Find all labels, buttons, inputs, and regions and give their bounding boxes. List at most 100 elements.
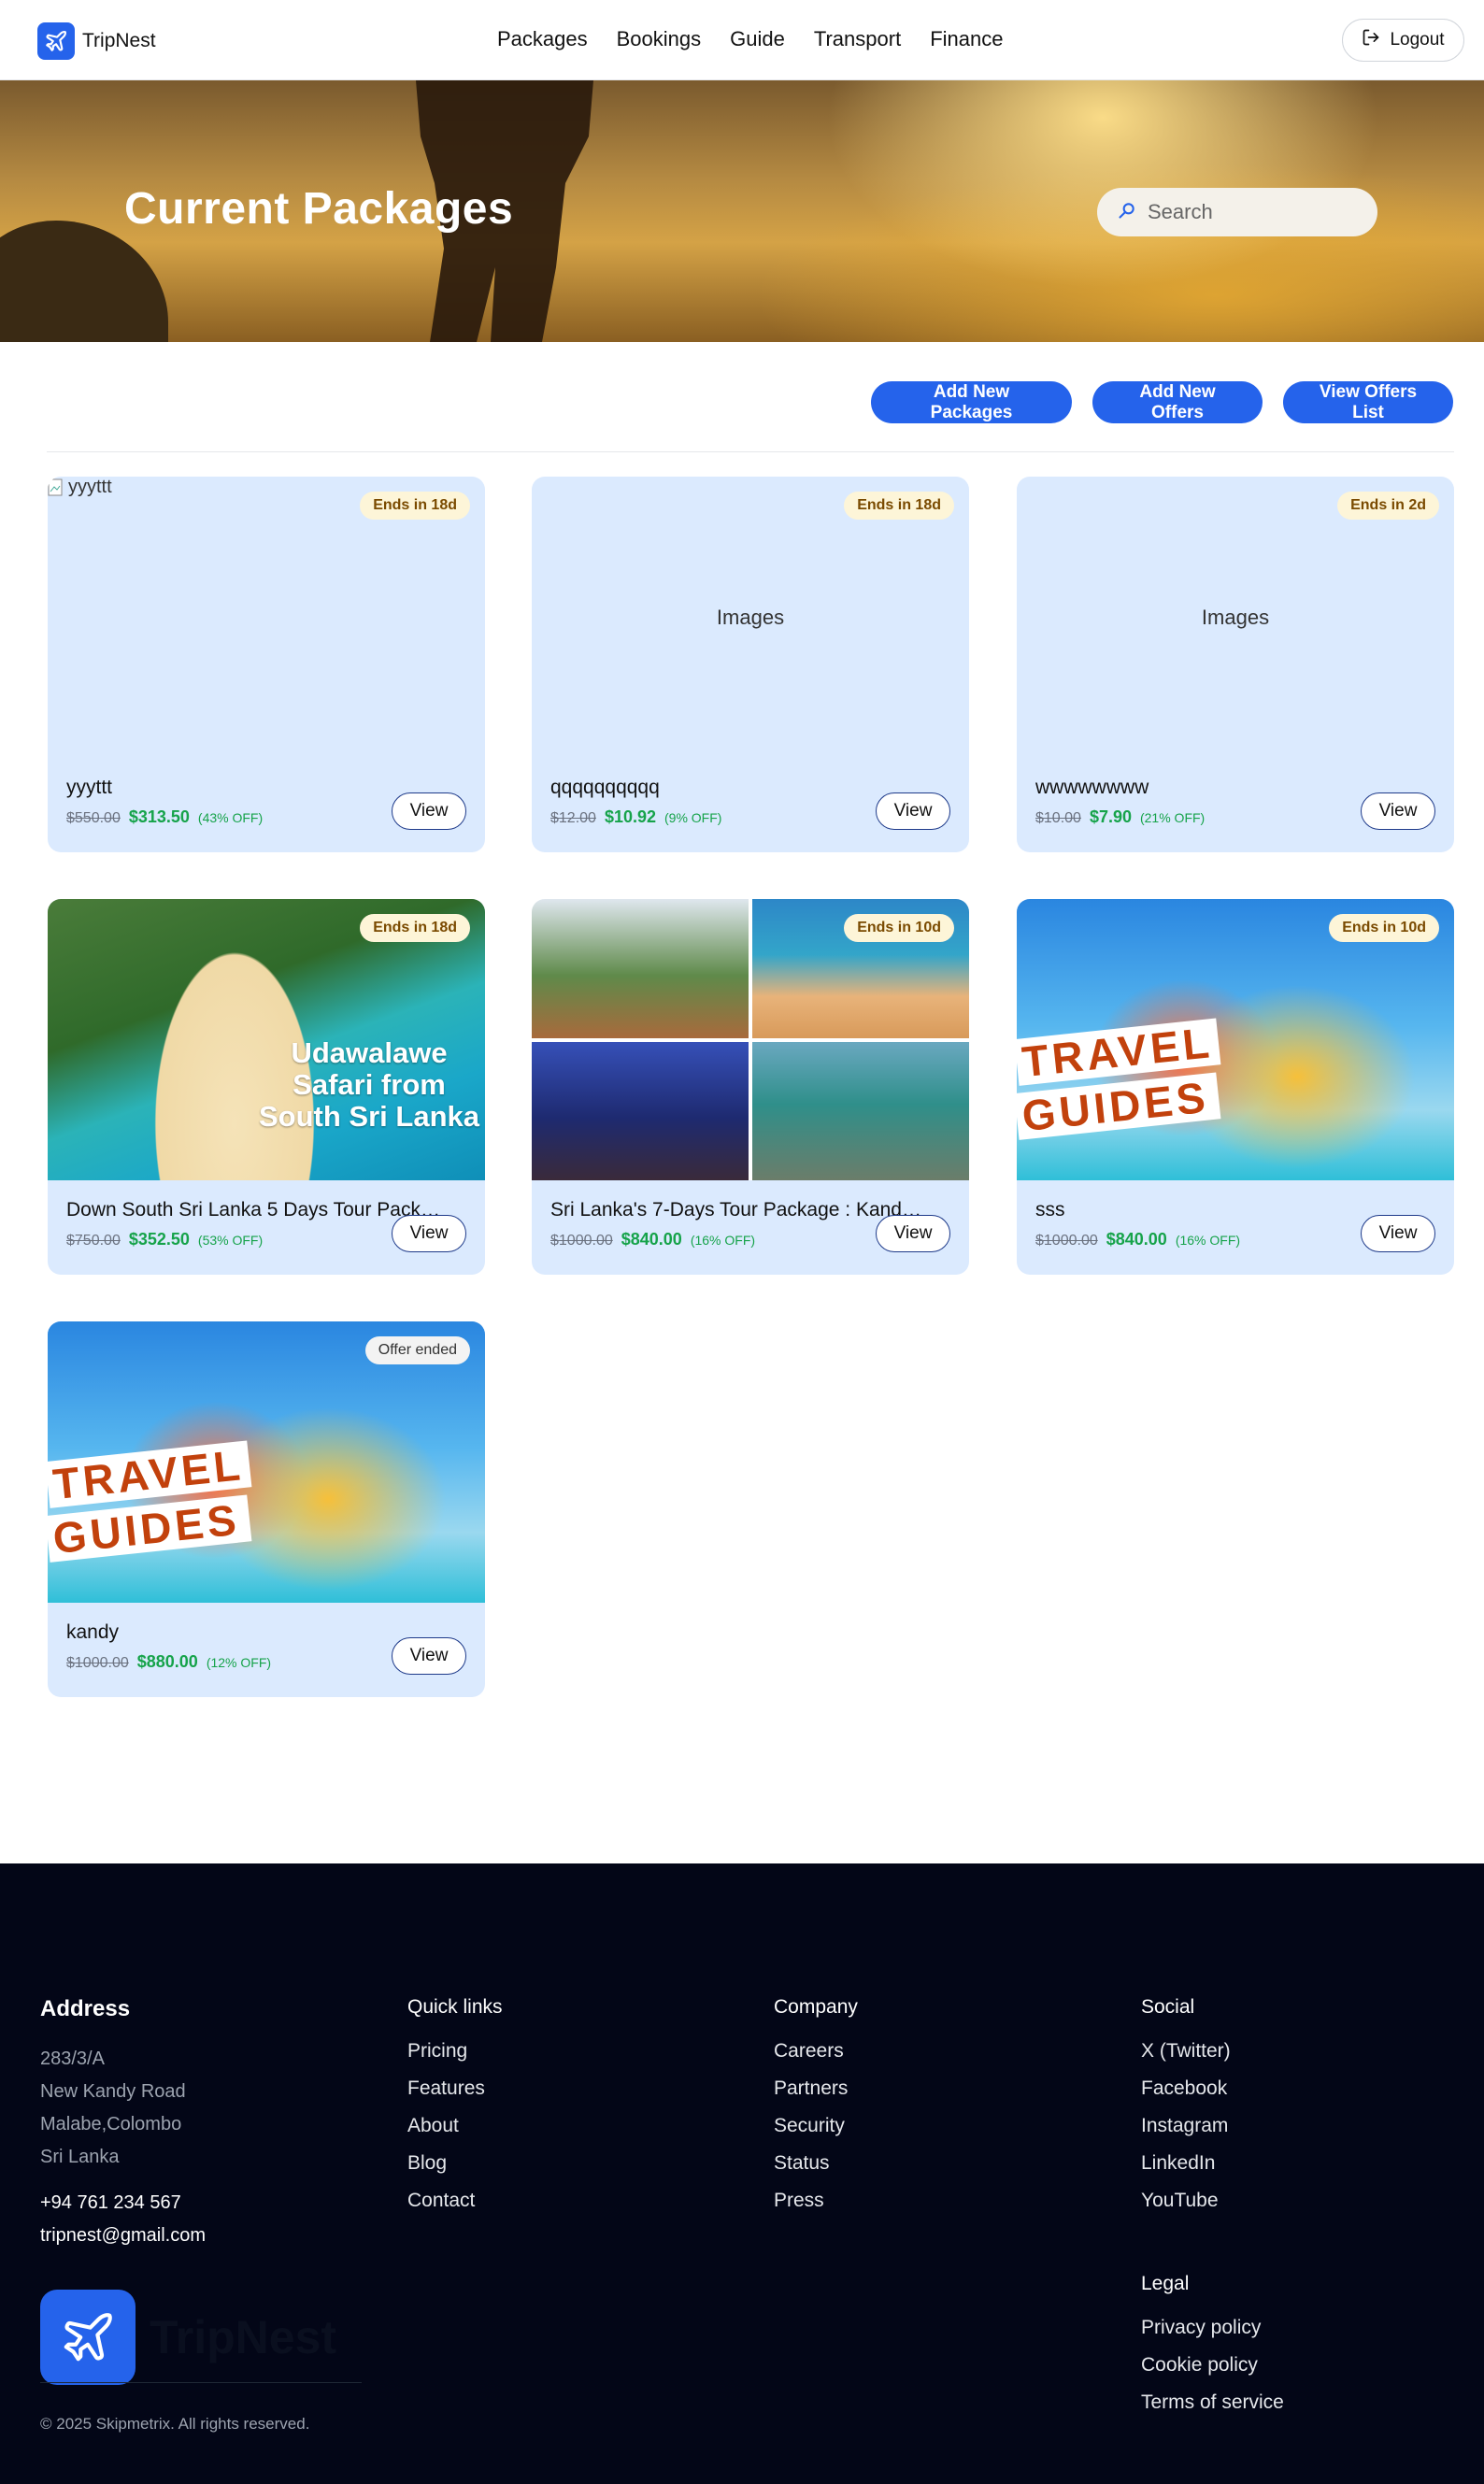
footer-link-about[interactable]: About bbox=[407, 2114, 503, 2137]
offer-ends-badge: Ends in 18d bbox=[844, 492, 954, 520]
price-row: $10.00 $7.90 (21% OFF) bbox=[1035, 807, 1205, 827]
section-divider bbox=[47, 451, 1454, 452]
package-card: yyyttt Ends in 18d yyyttt $550.00 $313.5… bbox=[48, 477, 485, 852]
airplane-icon bbox=[37, 22, 75, 60]
view-button[interactable]: View bbox=[876, 1215, 950, 1252]
company-heading: Company bbox=[774, 1996, 858, 2018]
package-card: Udawalawe Safari from South Sri Lanka En… bbox=[48, 899, 485, 1275]
view-button[interactable]: View bbox=[876, 792, 950, 830]
broken-image-icon: yyyttt bbox=[48, 477, 112, 498]
phone-number: +94 761 234 567 bbox=[40, 2192, 181, 2213]
view-button[interactable]: View bbox=[1361, 792, 1435, 830]
page-title: Current Packages bbox=[124, 184, 514, 234]
package-card: Images Ends in 18d qqqqqqqqqq $12.00 $10… bbox=[532, 477, 969, 852]
search-box bbox=[1097, 188, 1377, 236]
discount-percent: (53% OFF) bbox=[197, 1233, 264, 1248]
footer-airplane-icon bbox=[40, 2290, 136, 2385]
footer-link-press[interactable]: Press bbox=[774, 2189, 858, 2212]
footer-link-instagram[interactable]: Instagram bbox=[1141, 2114, 1231, 2137]
top-navbar: TripNest Packages Bookings Guide Transpo… bbox=[0, 0, 1484, 80]
view-offers-list-button[interactable]: View Offers List bbox=[1283, 381, 1453, 423]
address-line: Malabe,Colombo bbox=[40, 2114, 182, 2134]
footer-link-partners[interactable]: Partners bbox=[774, 2077, 858, 2100]
nav-link-transport[interactable]: Transport bbox=[814, 27, 901, 51]
address-line: New Kandy Road bbox=[40, 2081, 186, 2102]
hero-hill-silhouette bbox=[0, 221, 168, 342]
collage-image bbox=[532, 1041, 749, 1180]
footer-link-terms[interactable]: Terms of service bbox=[1141, 2391, 1284, 2414]
logout-icon bbox=[1362, 28, 1380, 52]
social-heading: Social bbox=[1141, 1996, 1195, 2018]
footer-link-youtube[interactable]: YouTube bbox=[1141, 2189, 1231, 2212]
price-row: $1000.00 $880.00 (12% OFF) bbox=[66, 1652, 271, 1672]
footer-link-contact[interactable]: Contact bbox=[407, 2189, 503, 2212]
email-address: tripnest@gmail.com bbox=[40, 2225, 207, 2246]
copyright-text: © 2025 Skipmetrix. All rights reserved. bbox=[40, 2415, 310, 2433]
offer-ends-badge: Ends in 18d bbox=[360, 492, 470, 520]
footer-brand-name: TripNest bbox=[150, 2311, 337, 2363]
offer-ends-badge: Ends in 10d bbox=[1329, 914, 1439, 942]
discounted-price: $7.90 bbox=[1089, 807, 1132, 826]
package-title: sss bbox=[1035, 1199, 1065, 1221]
discounted-price: $840.00 bbox=[1106, 1230, 1167, 1249]
view-button[interactable]: View bbox=[392, 1215, 466, 1252]
view-button[interactable]: View bbox=[392, 1637, 466, 1675]
package-card: TRAVEL GUIDES Offer ended kandy $1000.00… bbox=[48, 1321, 485, 1697]
footer-link-status[interactable]: Status bbox=[774, 2151, 858, 2175]
original-price: $750.00 bbox=[66, 1233, 121, 1249]
collage-image bbox=[532, 899, 749, 1038]
package-card: Images Ends in 2d wwwwwwww $10.00 $7.90 … bbox=[1017, 477, 1454, 852]
package-title: Down South Sri Lanka 5 Days Tour Package bbox=[66, 1199, 440, 1221]
price-row: $12.00 $10.92 (9% OFF) bbox=[550, 807, 721, 827]
discount-percent: (16% OFF) bbox=[690, 1233, 756, 1248]
original-price: $1000.00 bbox=[66, 1655, 129, 1671]
action-bar: Add New Packages Add New Offers View Off… bbox=[871, 381, 1453, 423]
offer-ended-badge: Offer ended bbox=[364, 1336, 470, 1364]
view-button[interactable]: View bbox=[392, 792, 466, 830]
footer-legal: Legal Privacy policy Cookie policy Terms… bbox=[1141, 2273, 1284, 2428]
add-new-packages-button[interactable]: Add New Packages bbox=[871, 381, 1072, 423]
legal-heading: Legal bbox=[1141, 2273, 1190, 2294]
footer-link-linkedin[interactable]: LinkedIn bbox=[1141, 2151, 1231, 2175]
main-nav: Packages Bookings Guide Transport Financ… bbox=[497, 27, 1003, 51]
footer-link-pricing[interactable]: Pricing bbox=[407, 2039, 503, 2063]
footer-link-privacy[interactable]: Privacy policy bbox=[1141, 2316, 1284, 2339]
brand-name: TripNest bbox=[82, 30, 156, 51]
nav-link-packages[interactable]: Packages bbox=[497, 27, 588, 51]
add-new-offers-button[interactable]: Add New Offers bbox=[1092, 381, 1263, 423]
footer-divider bbox=[40, 2382, 362, 2383]
logout-label: Logout bbox=[1390, 30, 1445, 50]
discounted-price: $313.50 bbox=[128, 807, 190, 826]
price-row: $550.00 $313.50 (43% OFF) bbox=[66, 807, 263, 827]
footer-link-blog[interactable]: Blog bbox=[407, 2151, 503, 2175]
view-button[interactable]: View bbox=[1361, 1215, 1435, 1252]
image-overlay-text: Udawalawe Safari from South Sri Lanka bbox=[253, 1036, 485, 1133]
package-card: Ends in 10d Sri Lanka's 7-Days Tour Pack… bbox=[532, 899, 969, 1275]
footer-link-facebook[interactable]: Facebook bbox=[1141, 2077, 1231, 2100]
footer-link-twitter[interactable]: X (Twitter) bbox=[1141, 2039, 1231, 2063]
footer-link-cookie[interactable]: Cookie policy bbox=[1141, 2353, 1284, 2377]
brand[interactable]: TripNest bbox=[37, 22, 156, 60]
quick-links-heading: Quick links bbox=[407, 1996, 503, 2018]
discounted-price: $352.50 bbox=[128, 1230, 190, 1249]
logout-button[interactable]: Logout bbox=[1342, 19, 1464, 62]
site-footer: Address 283/3/A New Kandy Road Malabe,Co… bbox=[0, 1863, 1484, 2484]
original-price: $1000.00 bbox=[550, 1233, 613, 1249]
footer-link-features[interactable]: Features bbox=[407, 2077, 503, 2100]
discount-percent: (21% OFF) bbox=[1139, 810, 1206, 825]
package-title: yyyttt bbox=[66, 777, 113, 798]
original-price: $12.00 bbox=[550, 810, 596, 826]
discounted-price: $840.00 bbox=[621, 1230, 682, 1249]
search-input[interactable] bbox=[1148, 200, 1353, 224]
nav-link-bookings[interactable]: Bookings bbox=[617, 27, 702, 51]
footer-link-careers[interactable]: Careers bbox=[774, 2039, 858, 2063]
nav-link-guide[interactable]: Guide bbox=[730, 27, 785, 51]
footer-social: Social X (Twitter) Facebook Instagram Li… bbox=[1141, 1996, 1231, 2226]
address-heading: Address bbox=[40, 1996, 131, 2021]
collage-image bbox=[752, 1041, 969, 1180]
footer-link-security[interactable]: Security bbox=[774, 2114, 858, 2137]
package-title: wwwwwwww bbox=[1035, 777, 1149, 798]
nav-link-finance[interactable]: Finance bbox=[930, 27, 1003, 51]
original-price: $550.00 bbox=[66, 810, 121, 826]
footer-address: Address 283/3/A New Kandy Road Malabe,Co… bbox=[40, 1996, 206, 2252]
